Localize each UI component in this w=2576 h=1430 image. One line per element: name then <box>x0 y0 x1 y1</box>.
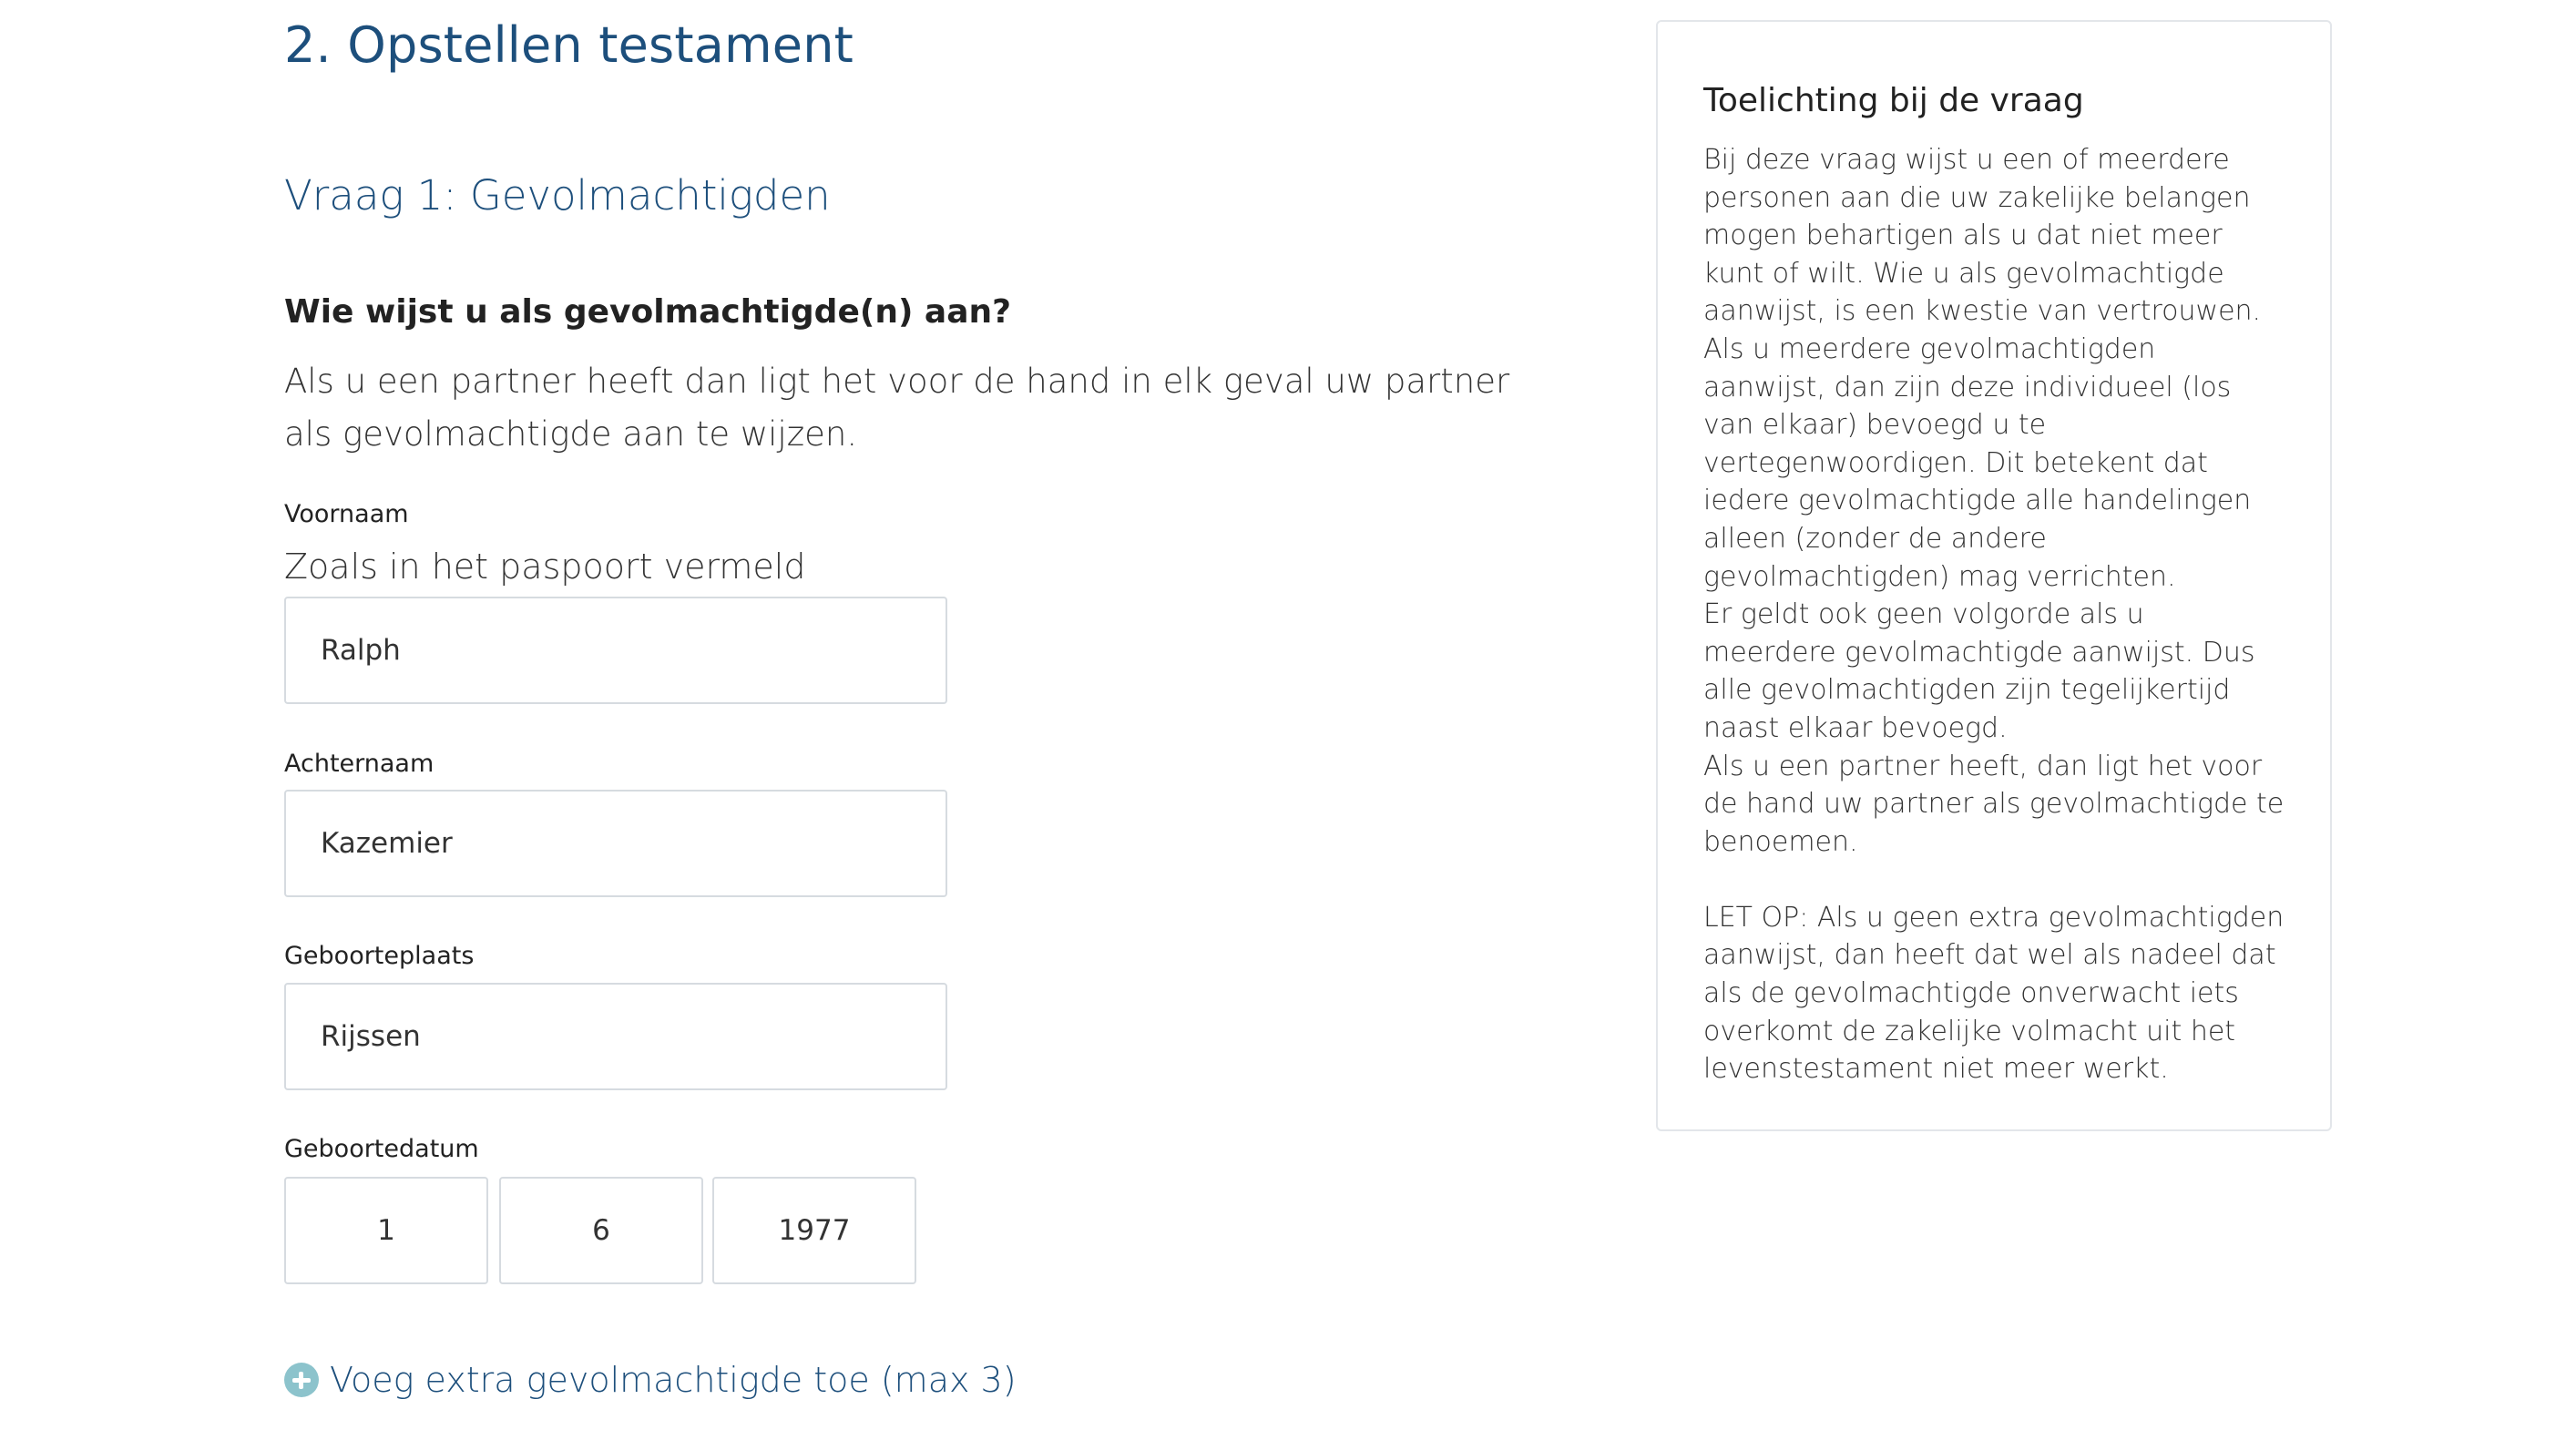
birthdate-year-input[interactable] <box>712 1177 916 1284</box>
birthdate-month-input[interactable] <box>499 1177 703 1284</box>
last-name-label: Achternaam <box>284 750 434 778</box>
info-paragraph: Als u een partner heeft, dan ligt het vo… <box>1703 750 2285 858</box>
info-paragraph: Als u meerdere gevolmachtigden aanwijst,… <box>1703 332 2252 593</box>
info-body: Bij deze vraag wijst u een of meerdere p… <box>1703 141 2285 1088</box>
info-panel: Toelichting bij de vraag Bij deze vraag … <box>1656 20 2332 1131</box>
question-title: Vraag 1: Gevolmachtigden <box>284 171 831 220</box>
last-name-input[interactable] <box>284 790 947 897</box>
add-proxy-link[interactable]: Voeg extra gevolmachtigde toe (max 3) <box>284 1357 1017 1403</box>
question-hint: Als u een partner heeft dan ligt het voo… <box>284 362 1510 454</box>
section-title: 2. Opstellen testament <box>284 16 854 74</box>
plus-circle-icon <box>284 1363 319 1397</box>
add-proxy-label: Voeg extra gevolmachtigde toe (max 3) <box>330 1360 1017 1400</box>
info-paragraph: Bij deze vraag wijst u een of meerdere p… <box>1703 144 2262 328</box>
first-name-sublabel: Zoals in het paspoort vermeld <box>284 546 806 587</box>
question-text: Wie wijst u als gevolmachtigde(n) aan? <box>284 293 1012 331</box>
info-title: Toelichting bij de vraag <box>1703 82 2084 119</box>
page: 2. Opstellen testament Vraag 1: Gevolmac… <box>0 0 2576 1430</box>
birthplace-label: Geboorteplaats <box>284 942 475 970</box>
first-name-label: Voornaam <box>284 500 409 528</box>
info-warning: LET OP: Als u geen extra gevolmachtigden… <box>1703 901 2285 1086</box>
birthdate-day-input[interactable] <box>284 1177 488 1284</box>
first-name-input[interactable] <box>284 597 947 704</box>
birthplace-input[interactable] <box>284 983 947 1090</box>
info-paragraph: Er geldt ook geen volgorde als u meerder… <box>1703 598 2255 744</box>
birthdate-label: Geboortedatum <box>284 1135 479 1163</box>
